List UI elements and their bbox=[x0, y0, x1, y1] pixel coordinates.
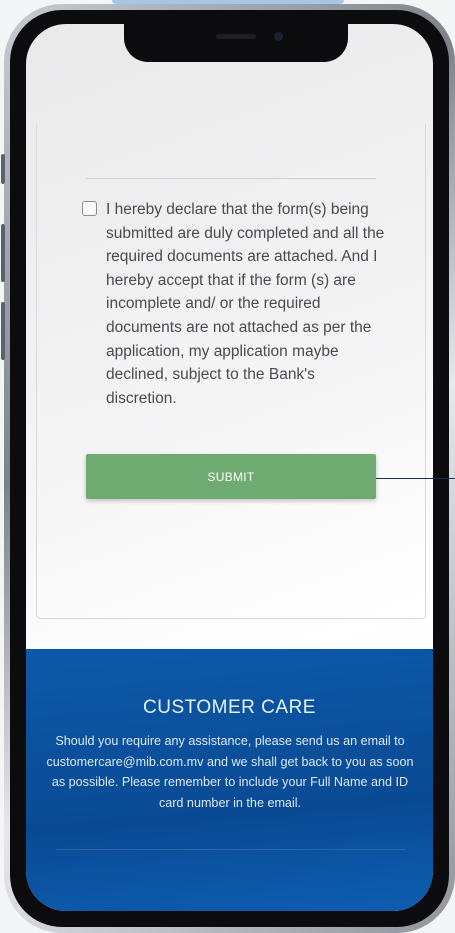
submit-button[interactable]: SUBMIT bbox=[86, 454, 376, 499]
volume-up-button bbox=[1, 224, 5, 282]
volume-down-button bbox=[1, 302, 5, 360]
customer-care-text: Should you require any assistance, pleas… bbox=[46, 734, 414, 810]
phone-screen: I hereby declare that the form(s) being … bbox=[26, 24, 433, 911]
pointer-line bbox=[376, 478, 455, 479]
front-camera bbox=[274, 32, 283, 41]
phone-bezel: I hereby declare that the form(s) being … bbox=[10, 10, 449, 927]
declaration-text: I hereby declare that the form(s) being … bbox=[106, 201, 385, 407]
customer-care-title: CUSTOMER CARE bbox=[143, 697, 316, 718]
mute-switch bbox=[1, 154, 5, 184]
notch bbox=[124, 24, 348, 62]
customer-care-section: CUSTOMER CARE Should you require any ass… bbox=[26, 649, 433, 911]
phone-frame: I hereby declare that the form(s) being … bbox=[1, 4, 455, 933]
form-divider bbox=[86, 178, 376, 179]
declaration-checkbox[interactable] bbox=[82, 201, 97, 216]
speaker-grille bbox=[216, 34, 256, 39]
footer-divider bbox=[56, 849, 406, 850]
